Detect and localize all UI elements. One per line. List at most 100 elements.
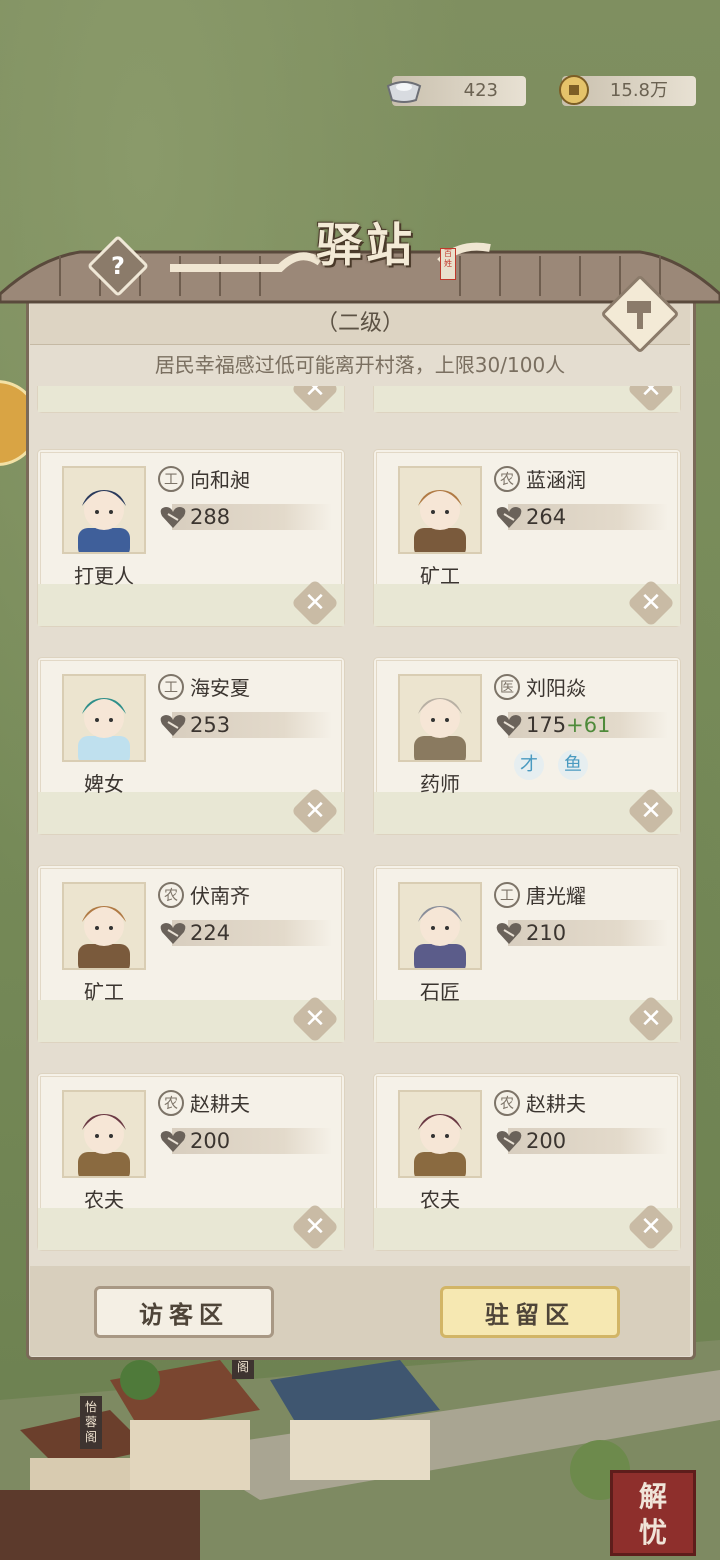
heart-icon [496, 923, 522, 944]
resident-card[interactable]: 矿工 农 伏南齐 224 ✕ [38, 866, 344, 1044]
question-icon: ? [111, 252, 125, 280]
resident-role: 矿工 [84, 980, 124, 1004]
happiness-number: 224 [190, 921, 231, 945]
resident-role: 农夫 [84, 1188, 124, 1212]
page-title: 驿站 [316, 218, 416, 272]
portrait-image [414, 490, 466, 552]
happiness-number: 210 [526, 921, 567, 945]
resident-card[interactable]: 农夫 农 赵耕夫 200 ✕ [374, 1074, 680, 1252]
remove-button[interactable]: ✕ [290, 786, 340, 836]
heart-icon [160, 507, 186, 528]
worry-label-2: 忧 [638, 1516, 667, 1549]
portrait-image [414, 1114, 466, 1176]
close-icon: ✕ [640, 588, 662, 618]
happiness-number: 253 [190, 713, 231, 737]
resident-card-partial: ✕ [38, 386, 344, 414]
remove-button[interactable]: ✕ [626, 578, 676, 628]
resident-portrait [398, 1090, 482, 1178]
happiness-number: 288 [190, 505, 231, 529]
happiness-value: 264 [526, 502, 566, 532]
resident-portrait [398, 674, 482, 762]
resident-role: 打更人 [74, 564, 134, 588]
portrait-image [414, 906, 466, 968]
resident-name: 伏南齐 [190, 884, 250, 908]
resident-name: 刘阳焱 [526, 676, 586, 700]
happiness-number: 264 [526, 505, 567, 529]
coin-counter: 15.8万 [559, 75, 696, 106]
silver-amount: 423 [463, 80, 498, 101]
profession-badge: 工 [158, 466, 184, 492]
happiness-value: 175+61 [526, 710, 610, 740]
stay-area-tab[interactable]: 驻留区 [440, 1286, 620, 1338]
remove-button[interactable]: ✕ [290, 578, 340, 628]
profession-badge: 工 [494, 882, 520, 908]
resident-name: 赵耕夫 [190, 1092, 250, 1116]
remove-button[interactable]: ✕ [626, 1202, 676, 1252]
silver-ingot-icon [386, 81, 422, 103]
close-icon: ✕ [640, 1212, 662, 1242]
relieve-worry-button[interactable]: 解 忧 [610, 1470, 696, 1556]
resident-list[interactable]: ✕ ✕ 打更人 工 向和昶 288 ✕ 矿工 农 蓝涵润 264 ✕ 婢女 工 … [30, 386, 690, 1266]
remove-button[interactable]: ✕ [626, 786, 676, 836]
skill-icon[interactable]: 才 [514, 750, 544, 780]
coin-icon [559, 75, 589, 105]
resident-role: 婢女 [84, 772, 124, 796]
resident-portrait [62, 466, 146, 554]
close-icon: ✕ [304, 1004, 326, 1034]
profession-badge: 农 [158, 882, 184, 908]
station-level: （二级） [315, 311, 404, 336]
visitor-area-tab[interactable]: 访客区 [94, 1286, 274, 1338]
heart-icon [496, 715, 522, 736]
happiness-value: 224 [190, 918, 230, 948]
portrait-image [78, 698, 130, 760]
resident-name: 海安夏 [190, 676, 250, 700]
resident-role: 农夫 [420, 1188, 460, 1212]
resident-card[interactable]: 农夫 农 赵耕夫 200 ✕ [38, 1074, 344, 1252]
portrait-image [78, 906, 130, 968]
heart-icon [160, 923, 186, 944]
resident-portrait [398, 466, 482, 554]
close-icon: ✕ [640, 1004, 662, 1034]
resident-card[interactable]: 婢女 工 海安夏 253 ✕ [38, 658, 344, 836]
profession-badge: 农 [158, 1090, 184, 1116]
resident-portrait [62, 882, 146, 970]
happiness-bonus: +61 [566, 713, 611, 737]
profession-badge: 农 [494, 466, 520, 492]
resident-role: 石匠 [420, 980, 460, 1004]
happiness-value: 200 [190, 1126, 230, 1156]
happiness-number: 175 [526, 713, 567, 737]
hammer-icon [627, 301, 651, 329]
resident-card[interactable]: 药师 医 刘阳焱 175+61 ✕ 才鱼 [374, 658, 680, 836]
remove-button[interactable]: ✕ [626, 994, 676, 1044]
close-icon: ✕ [304, 386, 326, 404]
coin-amount: 15.8万 [609, 80, 668, 101]
happiness-number: 200 [526, 1129, 567, 1153]
skill-icon[interactable]: 鱼 [558, 750, 588, 780]
profession-badge: 工 [158, 674, 184, 700]
resident-card[interactable]: 矿工 农 蓝涵润 264 ✕ [374, 450, 680, 628]
close-icon: ✕ [640, 386, 662, 404]
close-icon: ✕ [304, 796, 326, 826]
happiness-value: 253 [190, 710, 230, 740]
heart-icon [496, 1131, 522, 1152]
happiness-notice: 居民幸福感过低可能离开村落，上限30/100人 [154, 353, 566, 377]
remove-button[interactable]: ✕ [290, 994, 340, 1044]
resident-card[interactable]: 打更人 工 向和昶 288 ✕ [38, 450, 344, 628]
resident-card[interactable]: 石匠 工 唐光耀 210 ✕ [374, 866, 680, 1044]
resident-name: 唐光耀 [526, 884, 586, 908]
profession-badge: 医 [494, 674, 520, 700]
resident-role: 药师 [420, 772, 460, 796]
remove-button[interactable]: ✕ [290, 1202, 340, 1252]
heart-icon [160, 715, 186, 736]
resident-card-partial: ✕ [374, 386, 680, 414]
resident-name: 赵耕夫 [526, 1092, 586, 1116]
profession-badge: 农 [494, 1090, 520, 1116]
worry-label-1: 解 [638, 1480, 667, 1513]
happiness-value: 288 [190, 502, 230, 532]
resident-portrait [398, 882, 482, 970]
silver-counter: 423 [386, 76, 526, 106]
close-icon: ✕ [304, 588, 326, 618]
resident-portrait [62, 1090, 146, 1178]
resident-name: 向和昶 [190, 468, 250, 492]
pavilion-label: 怡蓉阁 [80, 1396, 102, 1449]
